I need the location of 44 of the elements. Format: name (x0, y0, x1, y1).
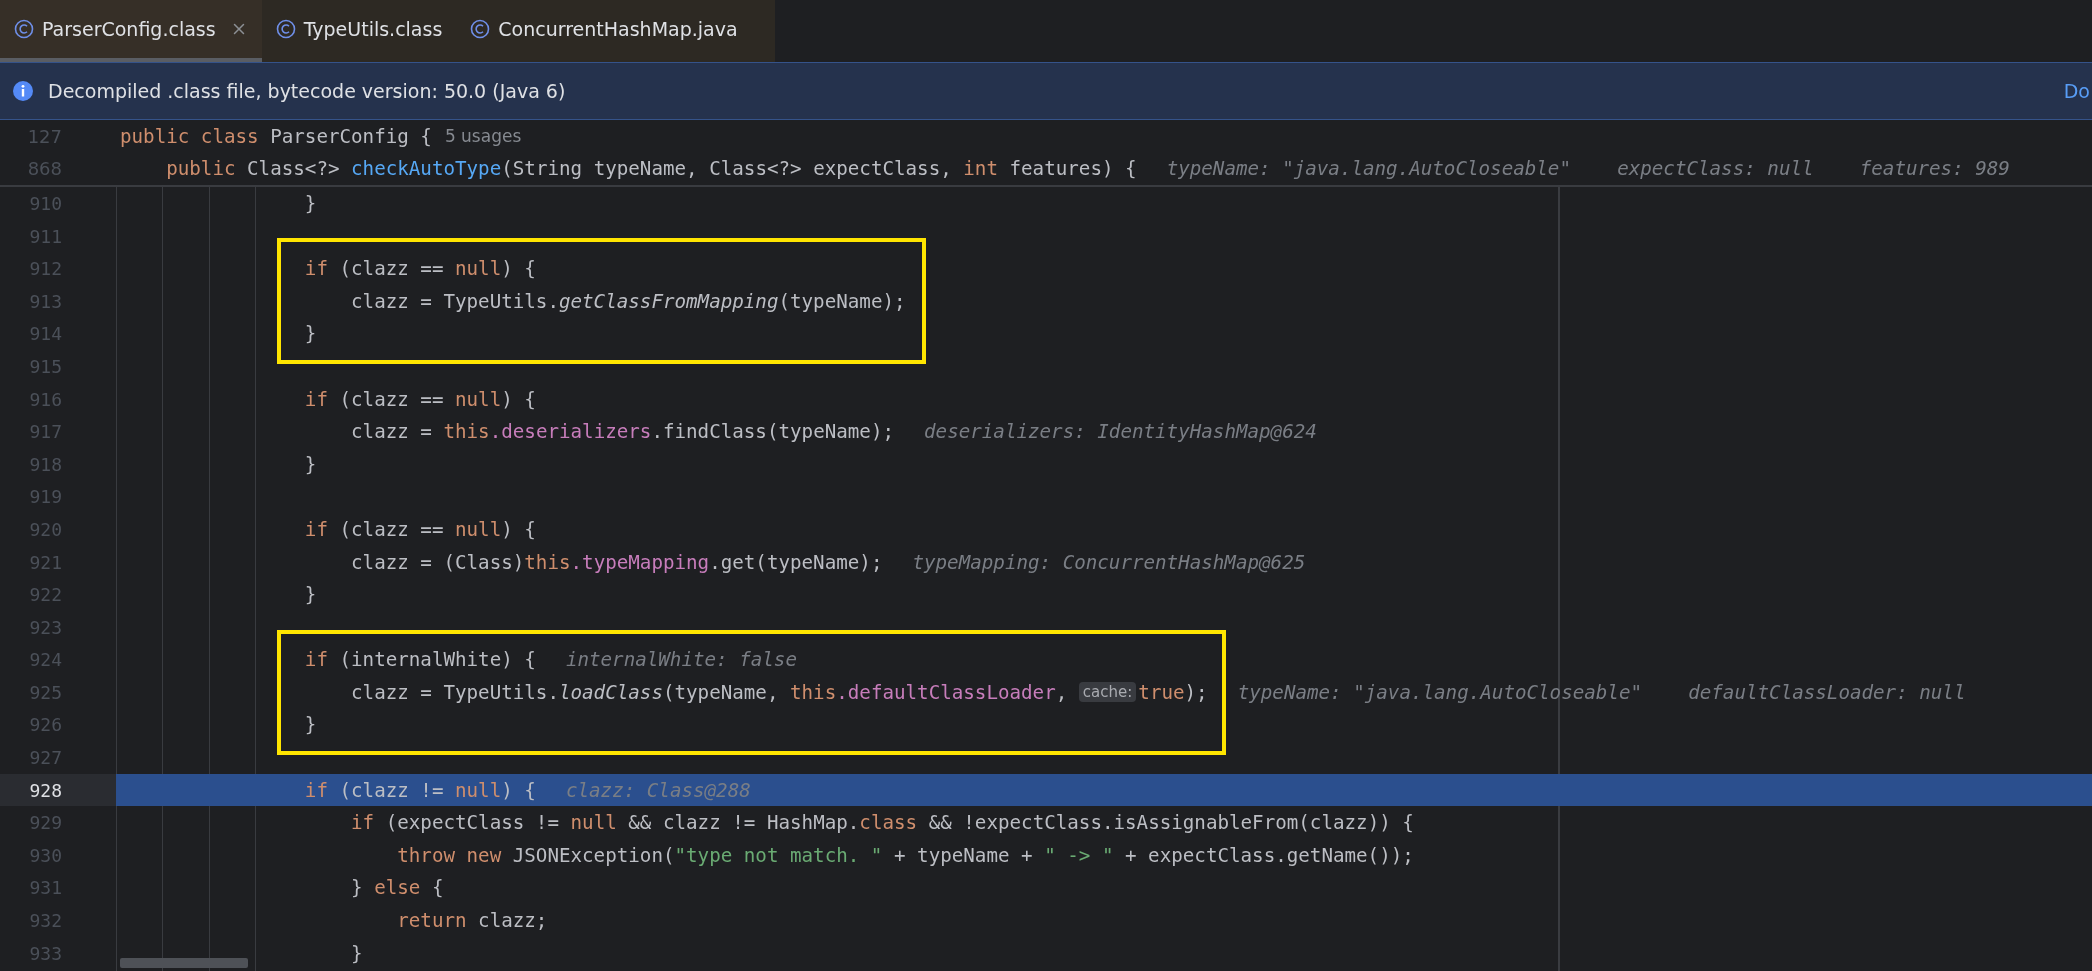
code-line: true); (1138, 680, 1208, 704)
debug-value-hint: deserializers: IdentityHashMap@624 (924, 420, 1317, 444)
debug-value-hint: clazz: Class@288 (565, 778, 751, 802)
code-line: if (clazz == null) { (304, 517, 536, 541)
code-line: if (clazz == null) { (304, 387, 536, 411)
code-line: if (clazz != null) { (304, 778, 536, 802)
code-line: if (internalWhite) { (304, 648, 536, 672)
code-line: if (clazz == null) { (304, 257, 536, 281)
code-line: clazz = this.deserializers.findClass(typeName); (351, 420, 894, 444)
code-line: clazz = TypeUtils.loadClass(typeName, this.defaultClassLoader, (351, 680, 1069, 704)
banner-link[interactable]: Do (2063, 80, 2092, 102)
code-line: if (expectClass != null && clazz != HashMap.class && !expectClass.isAssignableFrom(clazz)) { (351, 811, 1414, 835)
scrollbar-thumb[interactable] (120, 958, 248, 968)
code-line: throw new JSONException("type not match. " + typeName + " -> " + expectClass.getName()); (397, 843, 1414, 867)
banner-text: Decompiled .class file, bytecode version: 50.0 (Java 6) (48, 80, 567, 102)
code-line: } (304, 583, 317, 607)
line-number: 928 (29, 779, 62, 801)
debug-value-hint: defaultClassLoader: null (1688, 680, 1966, 704)
debug-value-hint: typeMapping: ConcurrentHashMap@625 (912, 550, 1306, 574)
class-icon (470, 19, 491, 39)
parameter-hint: cache: (1078, 682, 1137, 703)
editor-tab[interactable]: ConcurrentHashMap.java (456, 0, 752, 62)
code-line: } (351, 941, 363, 965)
info-icon (12, 80, 34, 102)
code-line: public Class<?> checkAutoType(String typeName, Class<?> expectClass, int features) { (166, 157, 1137, 181)
class-icon (14, 19, 34, 39)
code-line: } else { (351, 876, 444, 900)
code-line: public class ParserConfig { (120, 124, 432, 148)
class-icon (275, 19, 296, 39)
code-line: clazz = (Class)this.typeMapping.get(typeName); (351, 550, 883, 574)
editor-tab[interactable]: ParserConfig.class (0, 0, 262, 62)
code-line: } (304, 713, 317, 737)
debug-value-hint: expectClass: null (1617, 157, 1814, 181)
debug-value-hint: internalWhite: false (565, 648, 797, 672)
code-line: } (304, 192, 317, 215)
editor-tab[interactable]: TypeUtils.class (261, 0, 457, 62)
code-line: clazz = TypeUtils.getClassFromMapping(typeName); (351, 289, 906, 313)
code-line: } (304, 322, 317, 346)
code-line: return clazz; (397, 909, 548, 933)
debug-value-hint: typeName: "java.lang.AutoCloseable" (1166, 157, 1571, 181)
debug-value-hint: features: 989 (1859, 157, 2010, 181)
usages-hint[interactable]: 5 usages (444, 126, 522, 147)
debug-value-hint: typeName: "java.lang.AutoCloseable" (1237, 680, 1642, 704)
code-line: } (304, 452, 317, 476)
